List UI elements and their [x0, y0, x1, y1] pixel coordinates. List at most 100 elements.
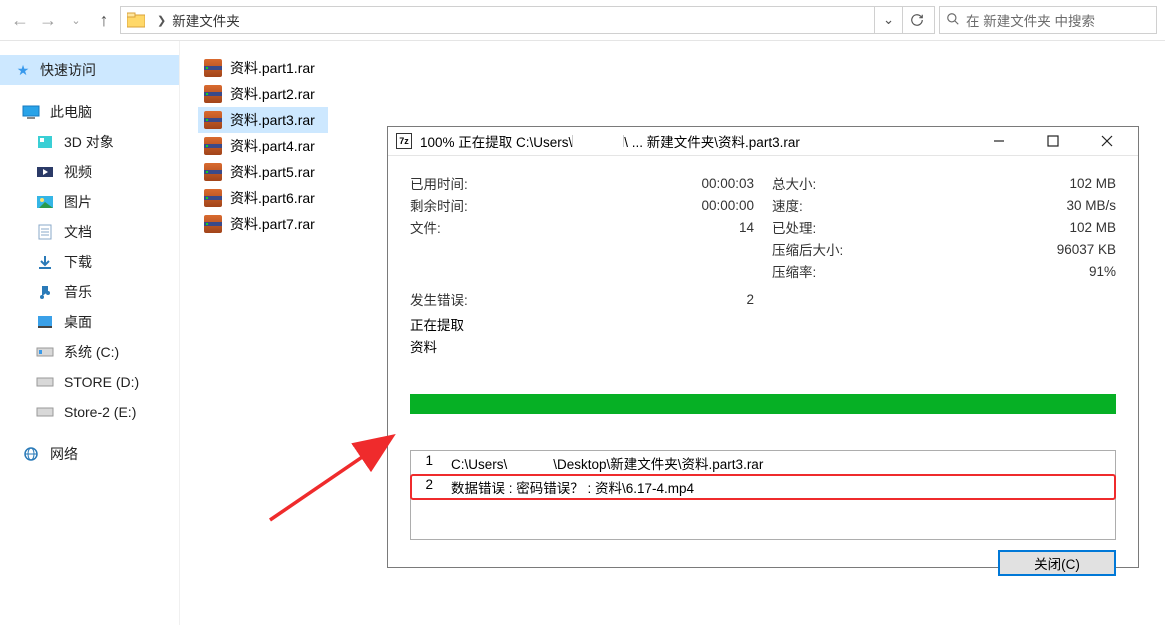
sidebar-item-icon: [36, 343, 54, 361]
extracting-name: 资料: [410, 336, 754, 358]
sidebar-item[interactable]: 图片: [0, 187, 179, 217]
back-button[interactable]: ←: [8, 8, 32, 32]
sidebar-item[interactable]: 系统 (C:): [0, 337, 179, 367]
close-button[interactable]: 关闭(C): [998, 550, 1116, 576]
maximize-button[interactable]: [1030, 127, 1076, 155]
dialog-titlebar[interactable]: 7z 100% 正在提取 C:\Users\\ ... 新建文件夹\资料.par…: [388, 127, 1138, 156]
recent-dropdown[interactable]: ⌄: [64, 8, 88, 32]
breadcrumb-folder[interactable]: 新建文件夹: [172, 10, 240, 30]
sidebar-item-icon: [36, 253, 54, 271]
log-row-number: 2: [421, 477, 433, 497]
file-name: 资料.part5.rar: [230, 162, 315, 182]
log-row: 1 C:\Users\\Desktop\新建文件夹\资料.part3.rar: [411, 451, 1115, 475]
close-button-label: 关闭(C): [1034, 553, 1080, 573]
sidebar-item[interactable]: 音乐: [0, 277, 179, 307]
sidebar-item[interactable]: 3D 对象: [0, 127, 179, 157]
sidebar-item-network[interactable]: 网络: [0, 439, 179, 469]
stat-value: 91%: [1089, 264, 1116, 279]
stat-label: 压缩率:: [772, 261, 816, 281]
up-button[interactable]: ↑: [92, 8, 116, 32]
log-row-text: 数据错误 : 密码错误？ : 资料\6.17-4.mp4: [451, 477, 694, 497]
stat-value: 00:00:03: [701, 176, 754, 191]
file-item[interactable]: 资料.part2.rar: [198, 81, 328, 107]
stat-label: 总大小:: [772, 173, 816, 193]
sidebar-item-icon: [36, 133, 54, 151]
stat-label: 已处理:: [772, 217, 816, 237]
sidebar-item-label: Store-2 (E:): [64, 404, 136, 420]
stat-value: 14: [739, 220, 754, 235]
search-placeholder: 在 新建文件夹 中搜索: [966, 10, 1095, 30]
stat-value: 96037 KB: [1057, 242, 1116, 257]
stat-value: 00:00:00: [701, 198, 754, 213]
file-item[interactable]: 资料.part3.rar: [198, 107, 328, 133]
log-row-number: 1: [421, 453, 433, 473]
sidebar-item[interactable]: 文档: [0, 217, 179, 247]
sidebar-item-icon: [36, 403, 54, 421]
dialog-title: 100% 正在提取 C:\Users\\ ... 新建文件夹\资料.part3.…: [420, 131, 968, 151]
sidebar-item-icon: [36, 373, 54, 391]
sidebar-item-label: 此电脑: [50, 102, 92, 122]
rar-icon: [204, 189, 222, 207]
file-item[interactable]: 资料.part7.rar: [198, 211, 328, 237]
star-icon: ★: [14, 61, 32, 79]
address-bar: ← → ⌄ ↑ ❯ 新建文件夹 ⌄ 在 新建文件夹 中搜索: [0, 0, 1165, 41]
search-icon: [946, 12, 960, 29]
sidebar-item-label: 图片: [64, 192, 92, 212]
file-item[interactable]: 资料.part5.rar: [198, 159, 328, 185]
sidebar-item-label: STORE (D:): [64, 374, 139, 390]
sidebar-item-icon: [36, 283, 54, 301]
sidebar-item-label: 视频: [64, 162, 92, 182]
rar-icon: [204, 163, 222, 181]
sidebar-item-quick-access[interactable]: ★ 快速访问: [0, 55, 179, 85]
sidebar-item-icon: [36, 163, 54, 181]
file-item[interactable]: 资料.part1.rar: [198, 55, 328, 81]
stat-value: 102 MB: [1069, 176, 1116, 191]
sidebar-item-label: 音乐: [64, 282, 92, 302]
close-window-button[interactable]: [1084, 127, 1130, 155]
sidebar-item-label: 快速访问: [40, 60, 96, 80]
error-count-label: 发生错误:: [410, 289, 468, 309]
file-name: 资料.part4.rar: [230, 136, 315, 156]
log-row-text: C:\Users\\Desktop\新建文件夹\资料.part3.rar: [451, 453, 763, 473]
sidebar-item-this-pc[interactable]: 此电脑: [0, 97, 179, 127]
pc-icon: [22, 103, 40, 121]
sidebar-item[interactable]: 视频: [0, 157, 179, 187]
breadcrumb-dropdown[interactable]: ⌄: [874, 7, 902, 33]
rar-icon: [204, 59, 222, 77]
file-name: 资料.part1.rar: [230, 58, 315, 78]
file-name: 资料.part7.rar: [230, 214, 315, 234]
extract-dialog: 7z 100% 正在提取 C:\Users\\ ... 新建文件夹\资料.par…: [387, 126, 1139, 568]
file-item[interactable]: 资料.part4.rar: [198, 133, 328, 159]
stats-panel: 已用时间:00:00:03剩余时间:00:00:00文件:14 总大小:102 …: [410, 172, 1116, 282]
log-row-error: 2 数据错误 : 密码错误？ : 资料\6.17-4.mp4: [410, 474, 1116, 500]
minimize-button[interactable]: [976, 127, 1022, 155]
folder-icon: [127, 12, 145, 28]
sidebar-item-label: 网络: [50, 444, 78, 464]
stat-label: 已用时间:: [410, 173, 468, 193]
sidebar: ★ 快速访问 此电脑 3D 对象视频图片文档下载音乐桌面系统 (C:) STORE…: [0, 41, 180, 625]
file-name: 资料.part3.rar: [230, 110, 315, 130]
file-name: 资料.part2.rar: [230, 84, 315, 104]
progress-bar: [410, 394, 1116, 414]
stat-value: 30 MB/s: [1066, 198, 1116, 213]
error-count-value: 2: [746, 292, 754, 307]
breadcrumb[interactable]: ❯ 新建文件夹 ⌄: [120, 6, 935, 34]
network-icon: [22, 445, 40, 463]
rar-icon: [204, 137, 222, 155]
sidebar-item-label: 3D 对象: [64, 132, 114, 152]
stat-label: 文件:: [410, 217, 441, 237]
sidebar-item[interactable]: 下载: [0, 247, 179, 277]
sidebar-item-icon: [36, 313, 54, 331]
sidebar-item[interactable]: STORE (D:): [0, 367, 179, 397]
sidebar-item-label: 下载: [64, 252, 92, 272]
extracting-label: 正在提取: [410, 314, 754, 336]
file-item[interactable]: 资料.part6.rar: [198, 185, 328, 211]
search-input[interactable]: 在 新建文件夹 中搜索: [939, 6, 1157, 34]
rar-icon: [204, 215, 222, 233]
sidebar-item[interactable]: Store-2 (E:): [0, 397, 179, 427]
refresh-button[interactable]: [902, 7, 930, 33]
sevenzip-icon: 7z: [396, 133, 412, 149]
sidebar-item[interactable]: 桌面: [0, 307, 179, 337]
forward-button[interactable]: →: [36, 8, 60, 32]
log-panel: 1 C:\Users\\Desktop\新建文件夹\资料.part3.rar 2 数据…: [410, 450, 1116, 540]
